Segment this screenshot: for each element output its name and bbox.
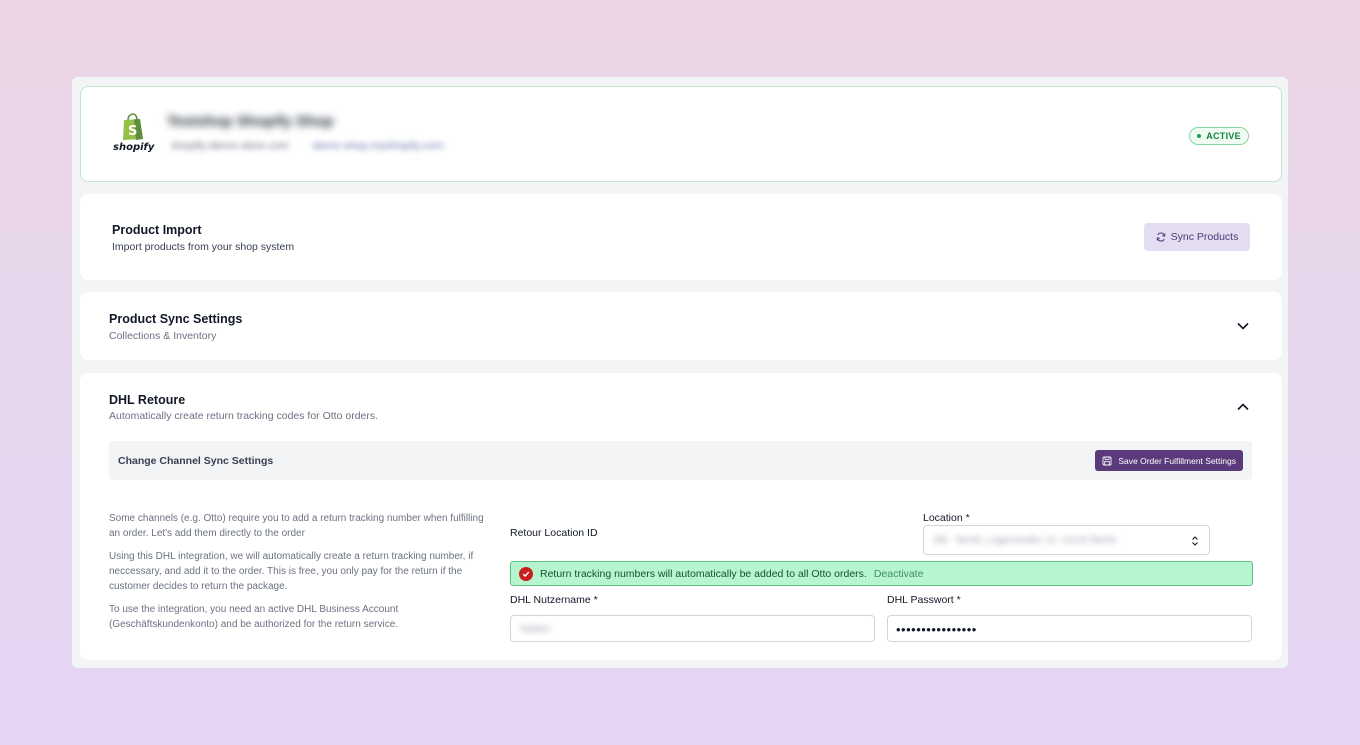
chevron-up-icon[interactable] xyxy=(1236,400,1250,414)
shopify-wordmark: shopify xyxy=(113,142,155,153)
check-circle-icon xyxy=(519,566,533,581)
chevron-down-icon[interactable] xyxy=(1236,319,1250,333)
product-sync-title: Product Sync Settings xyxy=(109,312,243,326)
dhl-retoure-card: DHL Retoure Automatically create return … xyxy=(80,373,1282,660)
dhl-description-3: To use the integration, you need an acti… xyxy=(109,604,399,630)
status-badge: ACTIVE xyxy=(1189,127,1249,145)
channel-sync-label: Change Channel Sync Settings xyxy=(118,455,274,467)
dhl-retoure-title: DHL Retoure xyxy=(109,393,186,407)
save-icon xyxy=(1102,456,1112,465)
product-sync-subtitle: Collections & Inventory xyxy=(109,330,217,342)
shop-meta: shopify-demo-store.com · demo-shop.mysho… xyxy=(171,140,443,152)
status-dot-icon xyxy=(1197,134,1202,138)
shop-domain: shopify-demo-store.com xyxy=(171,140,289,152)
dhl-username-value: hidden xyxy=(520,624,551,635)
product-import-subtitle: Import products from your shop system xyxy=(112,241,295,253)
dhl-username-input[interactable]: hidden xyxy=(510,615,875,642)
save-fulfillment-label: Save Order Fulfillment Settings xyxy=(1118,455,1236,466)
meta-separator: · xyxy=(299,140,303,152)
location-label: Location * xyxy=(923,512,970,524)
shop-url-link[interactable]: demo-shop.myshopify.com xyxy=(313,140,444,152)
dhl-description-1: Some channels (e.g. Otto) require you to… xyxy=(109,513,484,539)
save-fulfillment-settings-button[interactable]: Save Order Fulfillment Settings xyxy=(1095,450,1243,471)
svg-text:S: S xyxy=(128,124,137,139)
shopify-logo: S shopify xyxy=(113,113,155,157)
product-import-card: Product Import Import products from your… xyxy=(80,194,1282,280)
dhl-password-value: •••••••••••••••• xyxy=(896,622,977,637)
status-label: ACTIVE xyxy=(1206,131,1241,141)
sync-products-button[interactable]: Sync Products xyxy=(1144,223,1250,251)
refresh-icon xyxy=(1156,232,1165,242)
deactivate-link[interactable]: Deactivate xyxy=(874,568,924,580)
sync-products-label: Sync Products xyxy=(1170,231,1239,243)
location-select[interactable]: DE - Berlin, Lagerstraße 12, 10115 Berli… xyxy=(923,525,1210,555)
dhl-description-2: Using this DHL integration, we will auto… xyxy=(109,551,474,592)
product-import-title: Product Import xyxy=(112,223,202,237)
dhl-username-label: DHL Nutzername * xyxy=(510,594,598,606)
channel-sync-bar: Change Channel Sync Settings Save Order … xyxy=(109,441,1252,480)
dhl-password-input[interactable]: •••••••••••••••• xyxy=(887,615,1252,642)
dhl-password-label: DHL Passwort * xyxy=(887,594,961,606)
shop-card: S shopify Testshop Shopify Shop shopify-… xyxy=(80,86,1282,182)
retour-location-label: Retour Location ID xyxy=(510,527,598,539)
location-select-value: DE - Berlin, Lagerstraße 12, 10115 Berli… xyxy=(934,535,1117,546)
shop-name: Testshop Shopify Shop xyxy=(167,113,334,130)
success-banner: Return tracking numbers will automatical… xyxy=(510,561,1253,586)
settings-panel: S shopify Testshop Shopify Shop shopify-… xyxy=(72,77,1288,668)
success-message: Return tracking numbers will automatical… xyxy=(540,567,867,580)
product-sync-settings-card[interactable]: Product Sync Settings Collections & Inve… xyxy=(80,292,1282,360)
select-arrows-icon xyxy=(1192,536,1198,546)
shopify-bag-icon: S xyxy=(123,113,143,140)
dhl-retoure-subtitle: Automatically create return tracking cod… xyxy=(109,410,379,422)
